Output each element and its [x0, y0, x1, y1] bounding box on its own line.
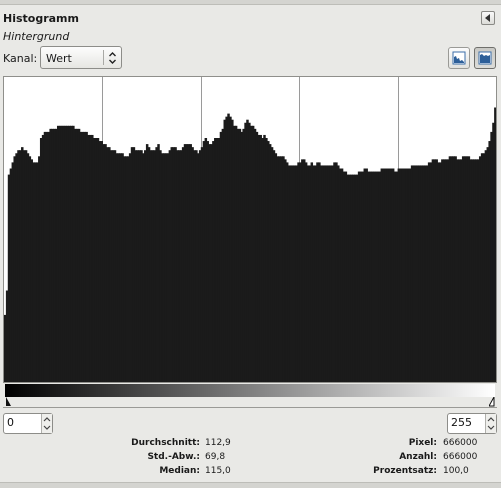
spin-down-icon[interactable]	[43, 425, 51, 431]
channel-label: Kanal:	[3, 52, 38, 65]
median-value: 115,0	[205, 466, 231, 476]
spin-up-icon[interactable]	[43, 416, 51, 422]
top-border	[0, 0, 501, 5]
count-value: 666000	[443, 452, 478, 462]
percentile-value: 100,0	[443, 466, 469, 476]
range-end-input[interactable]	[451, 416, 481, 429]
range-start-input[interactable]	[7, 416, 37, 429]
range-start-spin-buttons[interactable]	[41, 414, 52, 433]
updown-arrows-icon	[109, 52, 116, 64]
histogram-view[interactable]	[3, 76, 497, 383]
range-start-spinner[interactable]	[3, 413, 53, 434]
pixels-value: 666000	[443, 438, 478, 448]
spin-down-icon[interactable]	[487, 425, 495, 431]
layer-name: Hintergrund	[3, 30, 70, 43]
range-end-handle-icon[interactable]	[489, 397, 497, 407]
channel-select-value: Wert	[46, 52, 72, 65]
histogram-bar	[494, 107, 496, 382]
logarithmic-histogram-icon	[478, 51, 492, 65]
bottom-border	[0, 482, 501, 488]
pixels-label: Pixel:	[408, 438, 437, 448]
linear-histogram-toggle[interactable]	[448, 47, 470, 69]
panel-title: Histogramm	[3, 12, 79, 25]
count-label: Anzahl:	[399, 452, 437, 462]
range-end-spin-buttons[interactable]	[485, 414, 496, 433]
percentile-label: Prozentsatz:	[373, 466, 437, 476]
value-gradient-bar	[5, 384, 495, 397]
spin-up-icon[interactable]	[487, 416, 495, 422]
stddev-label: Std.-Abw.:	[147, 452, 200, 462]
median-label: Median:	[159, 466, 200, 476]
menu-triangle-icon	[485, 14, 490, 22]
range-start-handle-icon[interactable]	[3, 397, 11, 407]
linear-histogram-icon	[452, 51, 466, 65]
mean-label: Durchschnitt:	[131, 438, 200, 448]
range-selector[interactable]	[3, 397, 497, 408]
stddev-value: 69,8	[205, 452, 226, 462]
histogram-chart	[4, 77, 496, 382]
log-histogram-toggle[interactable]	[474, 47, 496, 69]
channel-select[interactable]: Wert	[40, 46, 122, 69]
mean-value: 112,9	[205, 438, 231, 448]
combo-separator	[103, 50, 104, 65]
dock-menu-button[interactable]	[481, 11, 495, 25]
range-end-spinner[interactable]	[447, 413, 497, 434]
